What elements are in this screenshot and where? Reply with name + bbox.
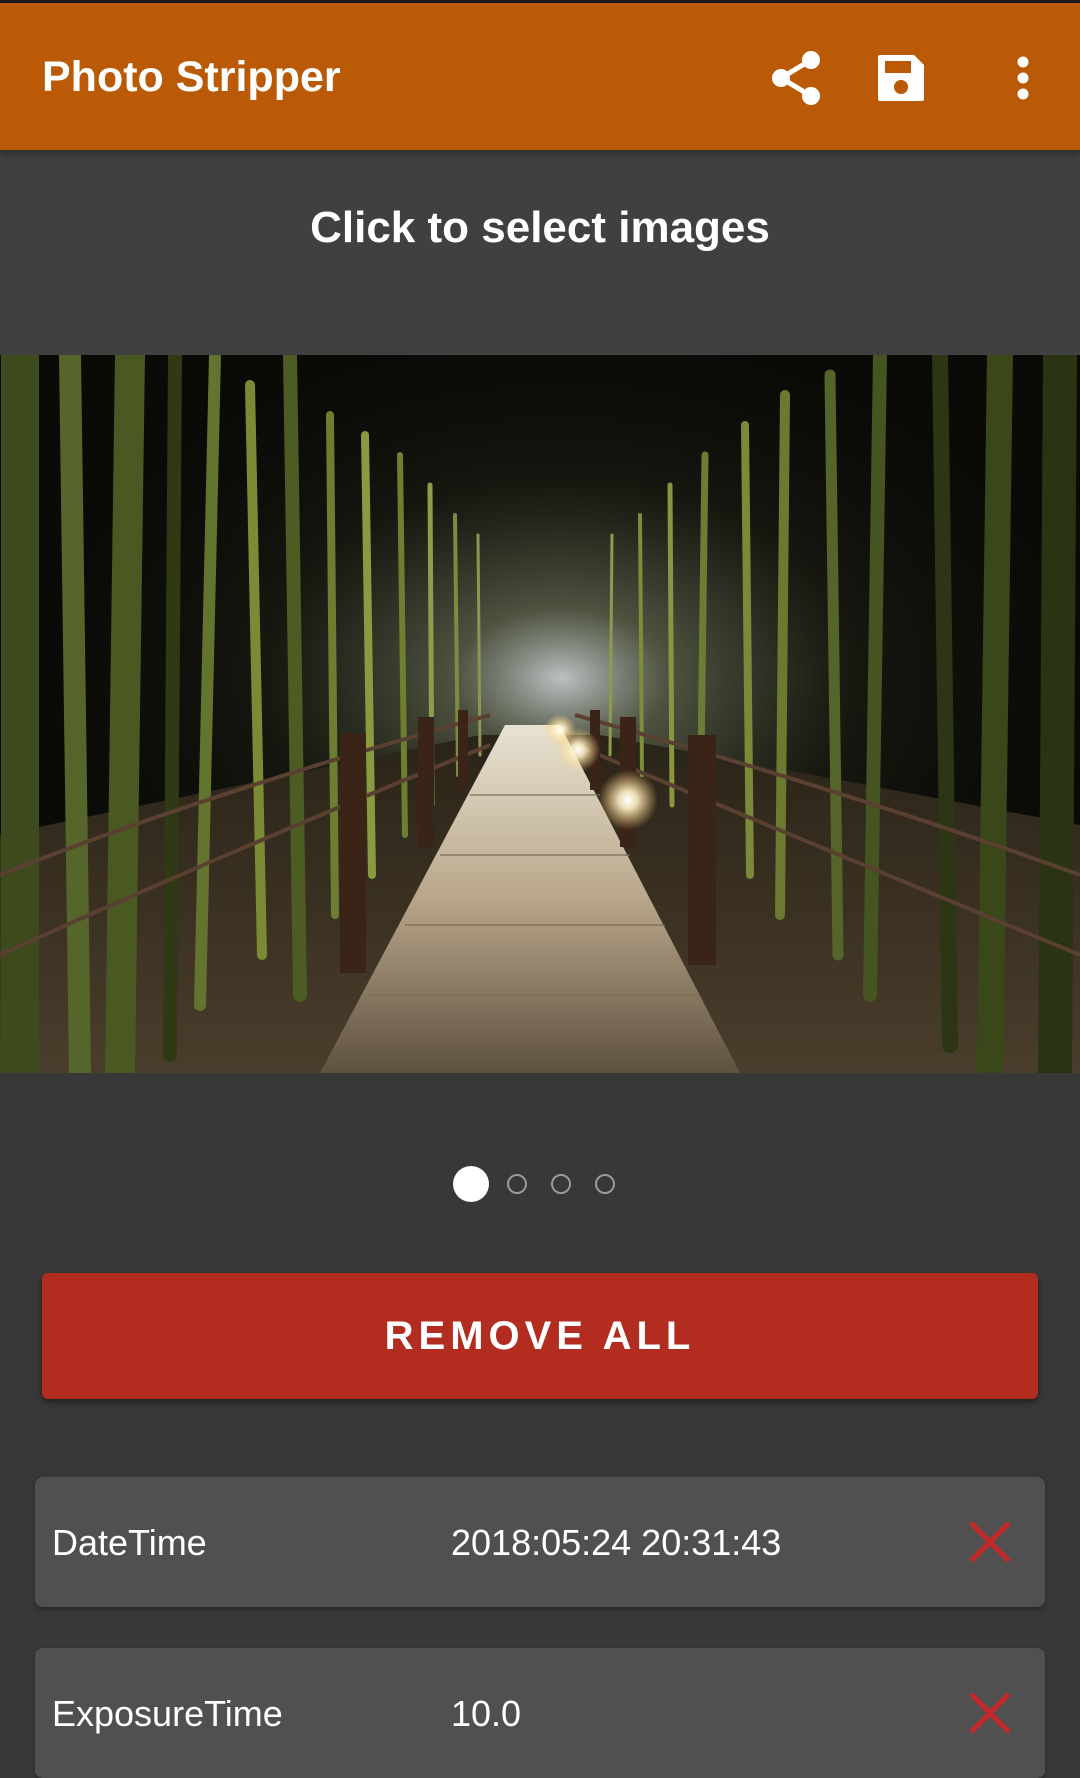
carousel-dot-2[interactable] [507, 1174, 527, 1194]
remove-icon[interactable] [965, 1517, 1015, 1567]
carousel-dot-3[interactable] [551, 1174, 571, 1194]
remove-all-button[interactable]: REMOVE ALL [42, 1273, 1038, 1399]
metadata-key: DateTime [52, 1522, 207, 1563]
metadata-key: ExposureTime [52, 1693, 283, 1734]
photo-preview[interactable] [0, 355, 1080, 1073]
app-bar: Photo Stripper [0, 0, 1080, 150]
select-images-area[interactable]: Click to select images [0, 150, 1080, 355]
more-vert-icon [1017, 56, 1029, 100]
metadata-row: DateTime 2018:05:24 20:31:43 [35, 1477, 1045, 1607]
carousel-dot-4[interactable] [595, 1174, 615, 1194]
carousel-dot-1[interactable] [453, 1166, 489, 1202]
share-button[interactable] [762, 43, 832, 113]
bamboo-path-image [0, 355, 1080, 1073]
select-images-label: Click to select images [310, 202, 770, 252]
metadata-value: 10.0 [451, 1693, 522, 1734]
more-options-button[interactable] [988, 43, 1058, 113]
metadata-value: 2018:05:24 20:31:43 [451, 1522, 782, 1563]
save-icon [878, 55, 924, 101]
carousel-indicator [0, 1164, 1080, 1204]
metadata-row: ExposureTime 10.0 [35, 1648, 1045, 1778]
app-title: Photo Stripper [42, 53, 341, 101]
remove-icon[interactable] [965, 1688, 1015, 1738]
share-icon [772, 51, 820, 105]
save-button[interactable] [866, 43, 936, 113]
